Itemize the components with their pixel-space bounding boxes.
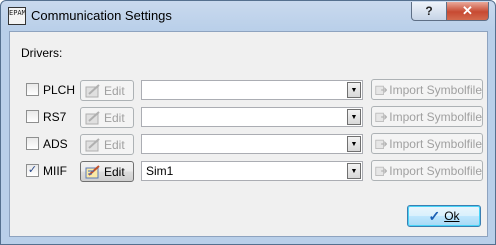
driver-row-miif: ✓ MIIF Edit Sim1 ▼ Import Symbolfile [10,160,487,182]
ok-button-label: Ok [444,209,460,223]
driver-checkbox-rs7[interactable] [26,110,39,123]
drivers-label: Drivers: [21,46,63,60]
checkmark-icon: ✓ [27,164,38,176]
chevron-down-icon[interactable]: ▼ [347,163,361,179]
window-title: Communication Settings [31,8,172,23]
app-icon: EPAM [8,7,26,25]
edit-button-rs7[interactable]: Edit [80,107,134,128]
driver-label-rs7: RS7 [43,110,67,124]
edit-button-label: Edit [104,110,125,125]
close-button[interactable]: ✕ [446,2,489,21]
edit-icon [85,164,100,178]
driver-combo-rs7[interactable]: ▼ [141,107,363,127]
import-button-label: Import Symbolfile [389,136,482,151]
import-symbolfile-button-rs7[interactable]: Import Symbolfile [371,106,483,127]
driver-checkbox-ads[interactable] [26,137,39,150]
import-icon [375,139,388,149]
driver-checkbox-plch[interactable] [26,83,39,96]
edit-button-plch[interactable]: Edit [80,80,134,101]
import-symbolfile-button-ads[interactable]: Import Symbolfile [371,133,483,154]
help-button[interactable]: ? [411,2,447,21]
driver-label-miif: MIIF [43,164,67,178]
chevron-down-icon[interactable]: ▼ [347,136,361,152]
driver-combo-ads[interactable]: ▼ [141,134,363,154]
edit-button-miif[interactable]: Edit [80,161,134,182]
driver-combo-plch[interactable]: ▼ [141,80,363,100]
edit-icon [85,137,100,151]
title-bar[interactable]: EPAM Communication Settings ? ✕ [1,1,495,31]
import-icon [375,112,388,122]
edit-icon [85,110,100,124]
edit-button-ads[interactable]: Edit [80,134,134,155]
edit-button-label: Edit [104,83,125,98]
driver-combo-miif[interactable]: Sim1 ▼ [141,161,363,181]
combo-value: Sim1 [146,164,174,178]
chevron-down-icon[interactable]: ▼ [347,82,361,98]
import-symbolfile-button-plch[interactable]: Import Symbolfile [371,79,483,100]
driver-checkbox-miif[interactable]: ✓ [26,164,39,177]
checkmark-icon: ✓ [428,208,441,224]
driver-row-plch: PLCH Edit ▼ Import Symbolfile [10,79,487,101]
chevron-down-icon[interactable]: ▼ [347,109,361,125]
edit-button-label: Edit [104,137,125,152]
edit-icon [85,83,100,97]
driver-row-ads: ADS Edit ▼ Import Symbolfile [10,133,487,155]
dialog-body: Drivers: PLCH Edit ▼ Import Symbolfile R… [9,31,488,237]
driver-label-plch: PLCH [43,83,76,97]
import-button-label: Import Symbolfile [389,109,482,124]
ok-button[interactable]: ✓ Ok [407,205,481,227]
import-button-label: Import Symbolfile [389,163,482,178]
import-button-label: Import Symbolfile [389,82,482,97]
import-symbolfile-button-miif[interactable]: Import Symbolfile [371,160,483,181]
import-icon [375,166,388,176]
communication-settings-window: EPAM Communication Settings ? ✕ Drivers:… [0,0,496,245]
driver-row-rs7: RS7 Edit ▼ Import Symbolfile [10,106,487,128]
driver-label-ads: ADS [43,137,68,151]
edit-button-label: Edit [104,164,125,179]
import-icon [375,85,388,95]
